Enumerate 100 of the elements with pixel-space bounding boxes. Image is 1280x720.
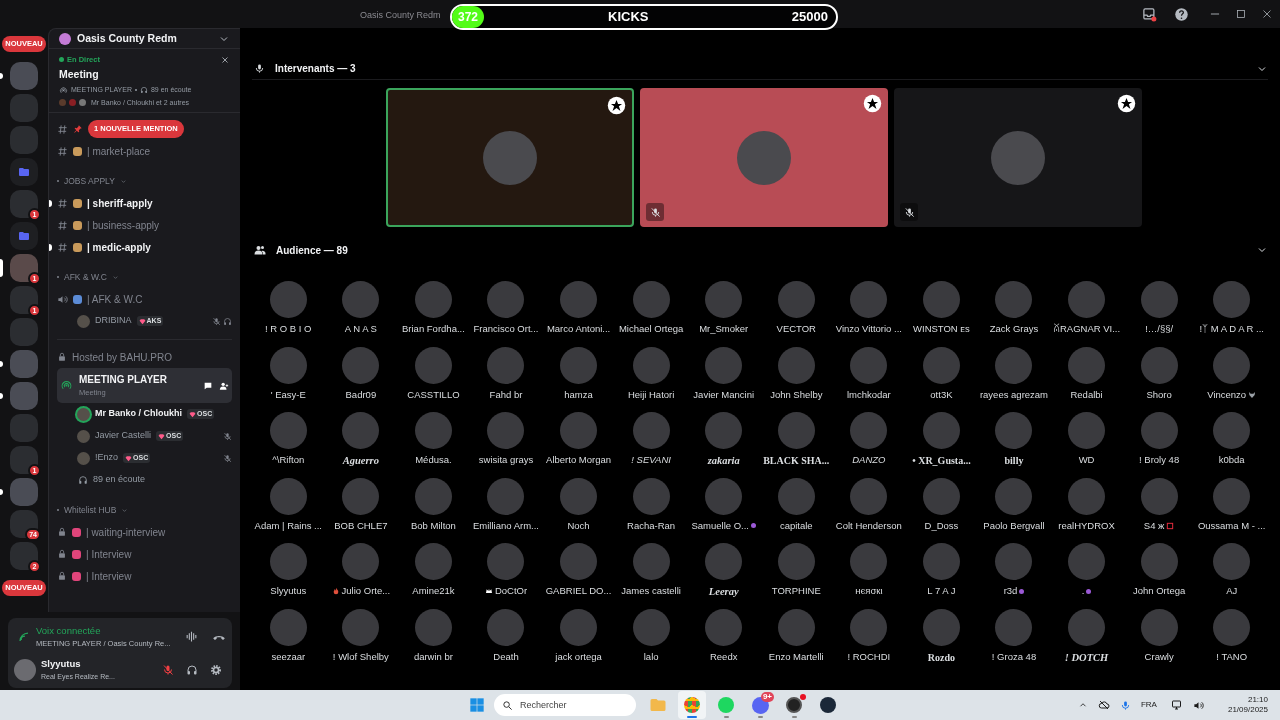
channel-name[interactable]: Hosted by BAHU.PRO xyxy=(72,349,173,365)
avatar-placeholder[interactable] xyxy=(777,281,815,318)
avatar-placeholder[interactable] xyxy=(342,477,380,515)
avatar-placeholder[interactable] xyxy=(922,346,960,384)
avatar-placeholder[interactable] xyxy=(1140,477,1178,515)
avatar-placeholder[interactable] xyxy=(850,412,888,449)
avatar-placeholder[interactable] xyxy=(269,543,307,580)
avatar-placeholder[interactable] xyxy=(414,543,452,580)
category-name[interactable]: AFK & W.C xyxy=(64,270,107,284)
server-icon[interactable] xyxy=(10,286,38,314)
avatar-placeholder[interactable] xyxy=(1213,477,1251,515)
avatar-placeholder[interactable] xyxy=(1213,281,1251,318)
avatar-placeholder[interactable] xyxy=(995,412,1033,449)
avatar-placeholder[interactable] xyxy=(705,477,743,515)
server-icon[interactable] xyxy=(10,446,38,474)
member-name[interactable]: Javier Castelli xyxy=(95,429,152,443)
avatar-placeholder[interactable] xyxy=(632,346,670,384)
avatar-placeholder[interactable] xyxy=(777,346,815,384)
mic-icon[interactable] xyxy=(1119,699,1131,711)
close-icon[interactable] xyxy=(220,55,230,65)
maximize-icon[interactable] xyxy=(1235,8,1247,20)
avatar-placeholder[interactable] xyxy=(1140,281,1178,318)
avatar-placeholder[interactable] xyxy=(414,412,452,449)
speaker-tile[interactable] xyxy=(640,88,888,227)
avatar-placeholder[interactable] xyxy=(777,543,815,580)
avatar-placeholder[interactable] xyxy=(414,281,452,318)
avatar-placeholder[interactable] xyxy=(777,477,815,515)
avatar-placeholder[interactable] xyxy=(560,477,598,515)
avatar-placeholder[interactable] xyxy=(342,346,380,384)
avatar-placeholder[interactable] xyxy=(1140,346,1178,384)
avatar-placeholder[interactable] xyxy=(850,543,888,580)
server-icon[interactable] xyxy=(10,510,38,538)
avatar-placeholder[interactable] xyxy=(922,412,960,449)
avatar-placeholder[interactable] xyxy=(1213,412,1251,449)
chat-icon[interactable] xyxy=(203,380,213,391)
avatar-placeholder[interactable] xyxy=(922,281,960,318)
avatar-placeholder[interactable] xyxy=(632,608,670,646)
avatar-placeholder[interactable] xyxy=(850,346,888,384)
avatar-placeholder[interactable] xyxy=(632,477,670,515)
member-name[interactable]: !Enzo xyxy=(95,451,118,465)
avatar-placeholder[interactable] xyxy=(632,281,670,318)
server-icon[interactable] xyxy=(10,254,38,282)
folder-button[interactable] xyxy=(10,222,38,250)
folder-button[interactable] xyxy=(10,158,38,186)
avatar-placeholder[interactable] xyxy=(1213,543,1251,580)
member-name[interactable]: DRIBINA xyxy=(95,314,132,328)
start-icon[interactable] xyxy=(469,697,485,713)
avatar-placeholder[interactable] xyxy=(342,281,380,318)
avatar-placeholder[interactable] xyxy=(922,543,960,580)
avatar-placeholder[interactable] xyxy=(342,543,380,580)
taskbar-app[interactable]: 9+ xyxy=(746,691,774,719)
channel-name[interactable]: | AFK & W.C xyxy=(87,291,143,307)
avatar-placeholder[interactable] xyxy=(1213,608,1251,646)
avatar-placeholder[interactable] xyxy=(850,477,888,515)
avatar-placeholder[interactable] xyxy=(777,412,815,449)
avatar-placeholder[interactable] xyxy=(560,346,598,384)
avatar-placeholder[interactable] xyxy=(705,346,743,384)
avatar-placeholder[interactable] xyxy=(850,608,888,646)
avatar-placeholder[interactable] xyxy=(922,477,960,515)
channel-name[interactable]: | business-apply xyxy=(87,217,160,233)
avatar-placeholder[interactable] xyxy=(1068,281,1106,318)
channel-name[interactable]: | medic-apply xyxy=(87,239,151,255)
avatar-placeholder[interactable] xyxy=(922,608,960,646)
avatar-placeholder[interactable] xyxy=(269,412,307,449)
avatar-placeholder[interactable] xyxy=(414,608,452,646)
avatar-placeholder[interactable] xyxy=(487,608,525,646)
add-person-icon[interactable] xyxy=(219,380,229,391)
speaker-tile[interactable] xyxy=(894,88,1142,227)
avatar-placeholder[interactable] xyxy=(995,346,1033,384)
avatar-placeholder[interactable] xyxy=(1140,608,1178,646)
headphones-icon[interactable] xyxy=(186,663,198,676)
language-indicator[interactable]: FRA xyxy=(1140,699,1157,711)
avatar-placeholder[interactable] xyxy=(269,608,307,646)
network-icon[interactable] xyxy=(1170,699,1183,711)
avatar-placeholder[interactable] xyxy=(487,412,525,449)
server-name[interactable]: Oasis County Redm xyxy=(77,30,177,47)
member-name[interactable]: Mr Banko / Chloukhi xyxy=(95,407,182,421)
avatar-placeholder[interactable] xyxy=(414,346,452,384)
server-icon[interactable] xyxy=(10,190,38,218)
avatar-placeholder[interactable] xyxy=(560,543,598,580)
avatar-placeholder[interactable] xyxy=(342,608,380,646)
avatar-placeholder[interactable] xyxy=(995,477,1033,515)
soundboard-icon[interactable] xyxy=(185,630,198,643)
help-icon[interactable] xyxy=(1174,6,1189,22)
avatar-placeholder[interactable] xyxy=(342,412,380,449)
avatar-placeholder[interactable] xyxy=(777,608,815,646)
search-field[interactable]: Rechercher xyxy=(494,694,636,716)
avatar-placeholder[interactable] xyxy=(850,281,888,318)
clock-date[interactable]: 21/09/2025 xyxy=(1227,705,1268,715)
server-icon[interactable] xyxy=(10,542,38,570)
category-name[interactable]: JOBS APPLY xyxy=(64,174,115,188)
avatar-placeholder[interactable] xyxy=(487,543,525,580)
avatar-placeholder[interactable] xyxy=(995,608,1033,646)
category-name[interactable]: Whitelist HUB xyxy=(64,503,117,517)
avatar-placeholder[interactable] xyxy=(487,346,525,384)
avatar-placeholder[interactable] xyxy=(1068,412,1106,449)
avatar-placeholder[interactable] xyxy=(1140,543,1178,580)
avatar-placeholder[interactable] xyxy=(632,412,670,449)
cloud-off-icon[interactable] xyxy=(1097,699,1110,711)
avatar-placeholder[interactable] xyxy=(705,608,743,646)
